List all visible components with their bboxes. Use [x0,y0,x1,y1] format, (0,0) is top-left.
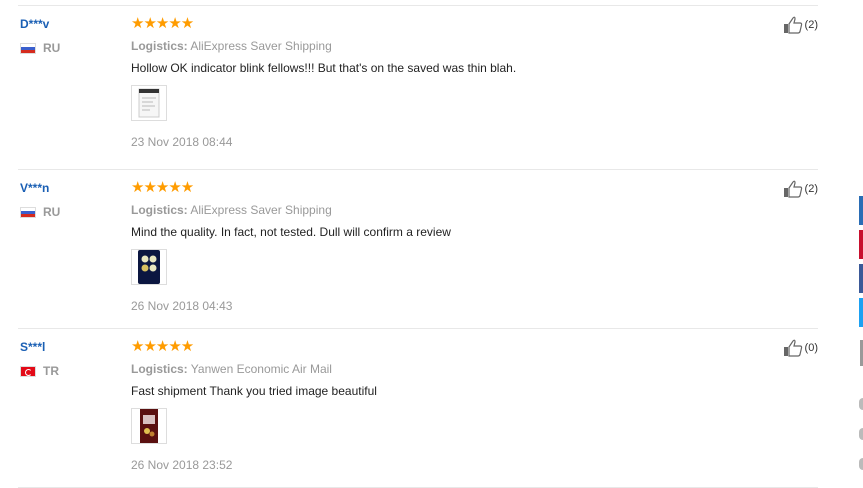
logistics-label: Logistics: [131,362,188,376]
thumbs-up-icon [783,339,802,357]
logistics-value: AliExpress Saver Shipping [190,203,332,217]
side-widget-handles [859,398,863,488]
helpful-count: (0) [804,342,818,354]
thumbs-up-icon [783,180,802,198]
reviewer-name[interactable]: D***v [20,17,49,31]
logistics-label: Logistics: [131,203,188,217]
review-item: S***l TR ★★★★★ Logistics: Yanwen Economi… [18,328,818,488]
review-photo-thumbnail[interactable] [131,408,167,444]
thumbs-up-icon [783,16,802,34]
share-tab-pinterest[interactable] [859,230,863,259]
review-date: 26 Nov 2018 23:52 [131,458,233,472]
share-tab-facebook[interactable] [859,264,863,293]
share-tab-vk[interactable] [859,196,863,225]
logistics-info: Logistics: AliExpress Saver Shipping [131,203,332,217]
helpful-count: (2) [804,183,818,195]
logistics-label: Logistics: [131,39,188,53]
review-photo-thumbnail[interactable] [131,85,167,121]
helpful-button[interactable]: (0) [783,339,818,357]
country-code: RU [43,41,61,55]
reviewer-country: TR [20,364,59,378]
star-rating: ★★★★★ [131,179,194,196]
review-text: Hollow OK indicator blink fellows!!! But… [131,61,517,75]
review-text: Mind the quality. In fact, not tested. D… [131,225,451,239]
turkey-flag-icon [20,365,36,377]
country-code: RU [43,205,61,219]
review-item: D***v RU ★★★★★ Logistics: AliExpress Sav… [18,5,818,169]
reviewer-country: RU [20,41,60,55]
helpful-count: (2) [804,19,818,31]
side-handle[interactable] [859,398,863,410]
review-item: V***n RU ★★★★★ Logistics: AliExpress Sav… [18,169,818,328]
logistics-value: Yanwen Economic Air Mail [190,362,332,376]
logistics-value: AliExpress Saver Shipping [190,39,332,53]
reviewer-name[interactable]: V***n [20,181,49,195]
star-rating: ★★★★★ [131,338,194,355]
reviewer-country: RU [20,205,60,219]
helpful-button[interactable]: (2) [783,180,818,198]
helpful-button[interactable]: (2) [783,16,818,34]
review-date: 26 Nov 2018 04:43 [131,299,233,313]
russia-flag-icon [20,206,36,218]
review-list: D***v RU ★★★★★ Logistics: AliExpress Sav… [18,0,818,488]
logistics-info: Logistics: AliExpress Saver Shipping [131,39,332,53]
side-handle[interactable] [859,428,863,440]
share-sidebar [859,196,863,332]
logistics-info: Logistics: Yanwen Economic Air Mail [131,362,332,376]
reviewer-name[interactable]: S***l [20,340,45,354]
photo-image [138,88,160,118]
photo-image [138,250,160,284]
country-code: TR [43,364,59,378]
star-rating: ★★★★★ [131,15,194,32]
review-date: 23 Nov 2018 08:44 [131,135,233,149]
review-photo-thumbnail[interactable] [131,249,167,285]
photo-image [140,409,158,443]
share-tab-twitter[interactable] [859,298,863,327]
russia-flag-icon [20,42,36,54]
review-text: Fast shipment Thank you tried image beau… [131,384,377,398]
side-handle[interactable] [859,458,863,470]
